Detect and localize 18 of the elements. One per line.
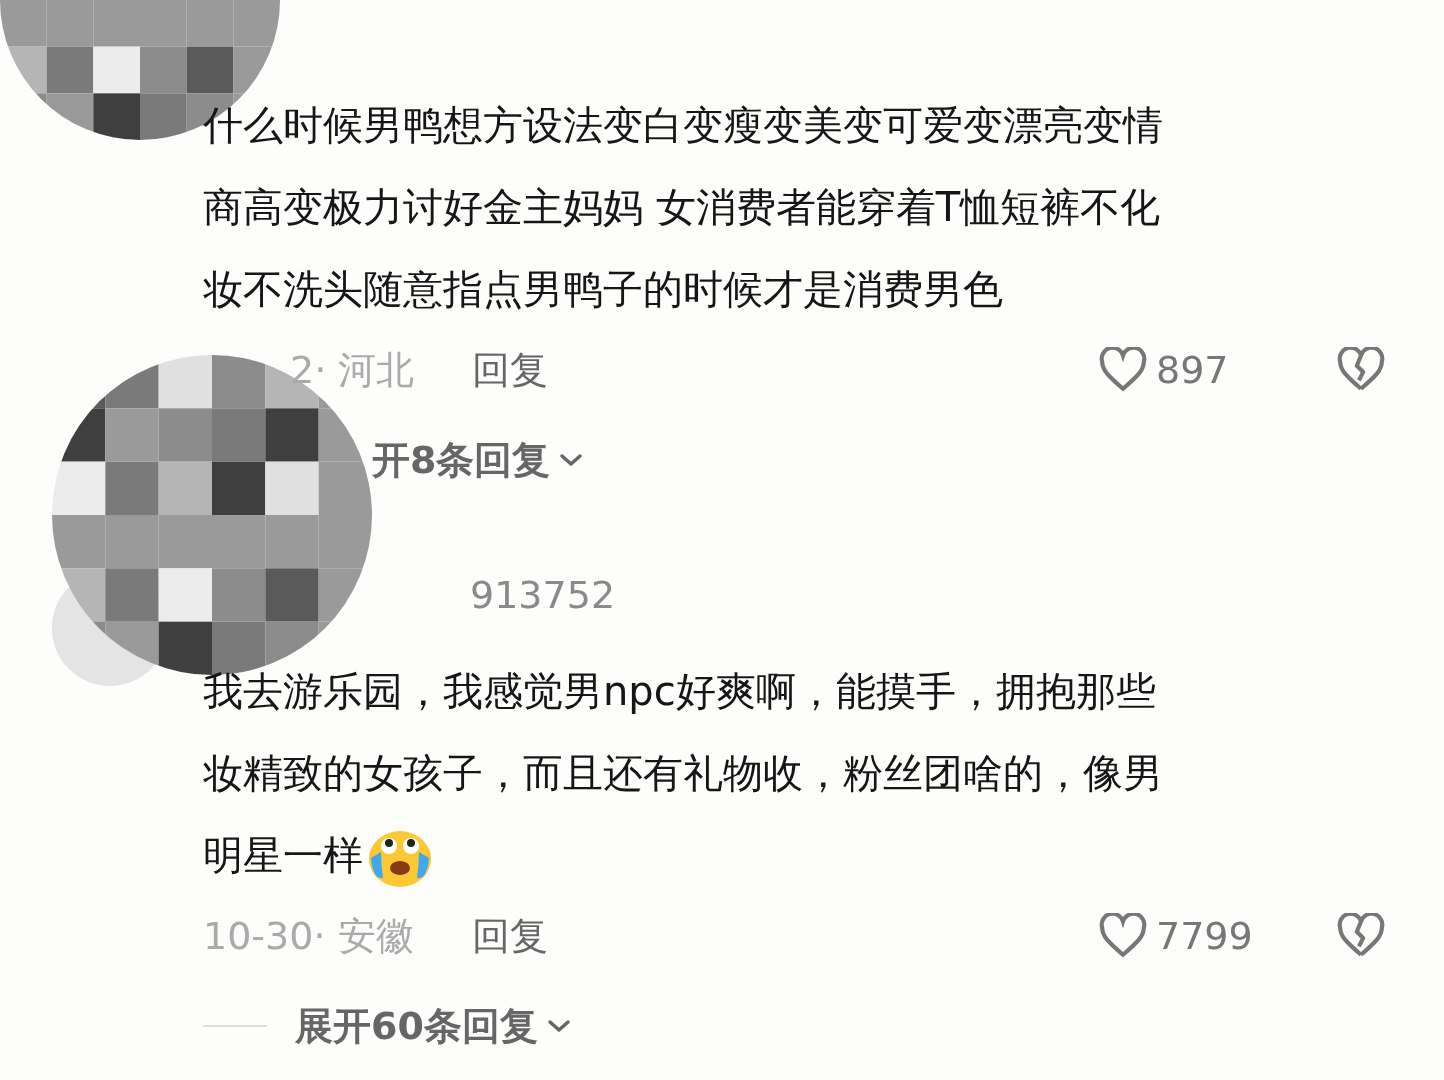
like-count: 7799 xyxy=(1156,912,1254,960)
expand-replies-button[interactable]: 展开60条回复 xyxy=(295,997,572,1055)
username: 913752 xyxy=(470,572,616,619)
heart-icon xyxy=(1098,913,1148,959)
like-count: 897 xyxy=(1156,346,1230,394)
reply-link[interactable]: 回复 xyxy=(472,341,549,399)
chevron-down-icon xyxy=(545,1018,572,1034)
comment-text: 我去游乐园，我感觉男npc好爽啊，能摸手，拥抱那些 妆精致的女孩子，而且还有礼物收，粉丝团啥的，像男 明星一样 xyxy=(0,650,1444,896)
chevron-down-icon xyxy=(558,452,585,468)
comment-text: 什么时候男鸭想方设法变白变瘦变美变可爱变漂亮变情 商高变极力讨好金主妈妈 女消费者能穿着T恤短裤不化 妆不洗头随意指点男鸭子的时候才是消费男色 xyxy=(202,101,1164,314)
crying-emoji-icon xyxy=(367,828,433,888)
broken-heart-icon[interactable] xyxy=(1336,913,1386,959)
broken-heart-icon[interactable] xyxy=(1336,347,1386,393)
comment-meta: 10-30· 安徽 xyxy=(203,912,414,960)
reply-link[interactable]: 回复 xyxy=(471,907,548,965)
comment-meta: 2· 河北 xyxy=(290,346,415,394)
heart-icon xyxy=(1098,347,1148,393)
expand-replies-button[interactable]: 开8条回复 xyxy=(372,431,585,489)
